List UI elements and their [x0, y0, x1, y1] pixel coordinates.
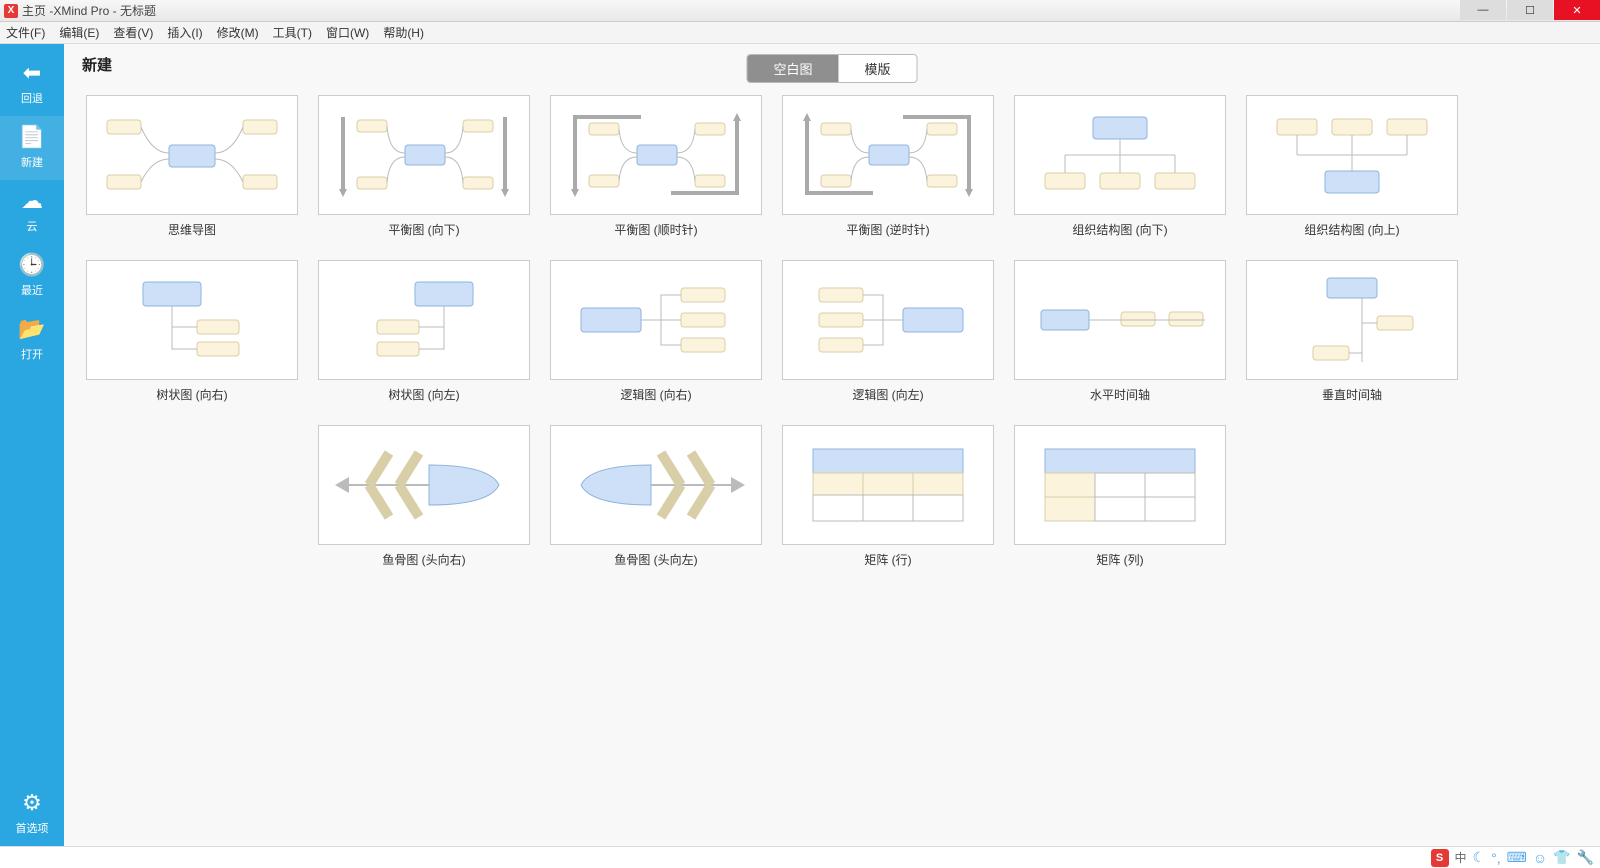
sidebar-item-open[interactable]: 📂 打开 [0, 308, 64, 372]
keyboard-icon[interactable]: ⌨ [1507, 849, 1527, 866]
mindmap-icon [97, 105, 287, 205]
window-minimize-button[interactable]: — [1460, 0, 1506, 20]
template-label: 思维导图 [86, 221, 298, 238]
statusbar: S 中 ☾ °, ⌨ ☺ 👕 🔧 [0, 846, 1600, 868]
template-mindmap[interactable]: 思维导图 [86, 95, 298, 238]
window-titlebar: X 主页 -XMind Pro - 无标题 — ☐ ✕ [0, 0, 1600, 22]
template-label: 平衡图 (向下) [318, 221, 530, 238]
sidebar-item-recent[interactable]: 🕒 最近 [0, 244, 64, 308]
template-logic-left[interactable]: 逻辑图 (向左) [782, 260, 994, 403]
template-org-down[interactable]: 组织结构图 (向下) [1014, 95, 1226, 238]
sidebar-item-new[interactable]: 📄 新建 [0, 116, 64, 180]
template-label: 矩阵 (列) [1014, 551, 1226, 568]
smile-icon[interactable]: ☺ [1533, 850, 1547, 866]
template-balance-ccw[interactable]: 平衡图 (逆时针) [782, 95, 994, 238]
ime-lang[interactable]: 中 [1455, 849, 1467, 866]
menu-edit[interactable]: 编辑(E) [59, 24, 99, 41]
sidebar-label-open: 打开 [21, 349, 43, 361]
template-htimeline[interactable]: 水平时间轴 [1014, 260, 1226, 403]
balance-down-icon [329, 105, 519, 205]
sidebar-label-prefs: 首选项 [16, 823, 49, 835]
sidebar-item-prefs[interactable]: ⚙ 首选项 [0, 782, 64, 846]
template-label: 鱼骨图 (头向左) [550, 551, 762, 568]
tree-left-icon [329, 270, 519, 370]
template-label: 鱼骨图 (头向右) [318, 551, 530, 568]
clock-icon: 🕒 [0, 252, 64, 278]
content-area: 新建 空白图 模版 [64, 44, 1600, 846]
window-maximize-button[interactable]: ☐ [1507, 0, 1553, 20]
vtimeline-icon [1257, 270, 1447, 370]
htimeline-icon [1025, 270, 1215, 370]
gear-icon: ⚙ [0, 790, 64, 816]
balance-cw-icon [561, 105, 751, 205]
tab-blank[interactable]: 空白图 [747, 55, 838, 82]
moon-icon[interactable]: ☾ [1473, 849, 1486, 866]
sidebar-item-cloud[interactable]: ☁ 云 [0, 180, 64, 244]
template-label: 平衡图 (逆时针) [782, 221, 994, 238]
new-file-icon: 📄 [0, 124, 64, 150]
template-logic-right[interactable]: 逻辑图 (向右) [550, 260, 762, 403]
template-label: 逻辑图 (向右) [550, 386, 762, 403]
tab-switch: 空白图 模版 [746, 54, 917, 83]
menu-view[interactable]: 查看(V) [113, 24, 153, 41]
comma-icon[interactable]: °, [1491, 850, 1501, 866]
template-label: 树状图 (向左) [318, 386, 530, 403]
balance-ccw-icon [793, 105, 983, 205]
template-label: 逻辑图 (向左) [782, 386, 994, 403]
sidebar-label-cloud: 云 [27, 221, 38, 233]
menu-tools[interactable]: 工具(T) [273, 24, 312, 41]
tab-template[interactable]: 模版 [839, 55, 917, 82]
window-title: 主页 -XMind Pro - 无标题 [22, 2, 156, 19]
logic-right-icon [561, 270, 751, 370]
page-title: 新建 [82, 54, 112, 75]
matrix-row-icon [793, 435, 983, 535]
sidebar-label-recent: 最近 [21, 285, 43, 297]
org-up-icon [1257, 105, 1447, 205]
folder-icon: 📂 [0, 316, 64, 342]
menu-modify[interactable]: 修改(M) [217, 24, 259, 41]
wrench-icon[interactable]: 🔧 [1577, 849, 1594, 866]
template-fishbone-right[interactable]: 鱼骨图 (头向右) [318, 425, 530, 568]
fishbone-left-icon [561, 435, 751, 535]
template-fishbone-left[interactable]: 鱼骨图 (头向左) [550, 425, 762, 568]
template-label: 组织结构图 (向上) [1246, 221, 1458, 238]
app-logo-icon: X [4, 4, 18, 18]
ime-logo-icon[interactable]: S [1431, 849, 1449, 867]
menu-help[interactable]: 帮助(H) [383, 24, 424, 41]
cloud-icon: ☁ [0, 188, 64, 214]
matrix-col-icon [1025, 435, 1215, 535]
template-balance-cw[interactable]: 平衡图 (顺时针) [550, 95, 762, 238]
back-arrow-icon: ⬅ [0, 60, 64, 86]
template-org-up[interactable]: 组织结构图 (向上) [1246, 95, 1458, 238]
menu-window[interactable]: 窗口(W) [326, 24, 369, 41]
tree-right-icon [97, 270, 287, 370]
sidebar-label-back: 回退 [21, 93, 43, 105]
sidebar-item-back[interactable]: ⬅ 回退 [0, 52, 64, 116]
menu-file[interactable]: 文件(F) [6, 24, 45, 41]
template-balance-down[interactable]: 平衡图 (向下) [318, 95, 530, 238]
template-label: 矩阵 (行) [782, 551, 994, 568]
sidebar-label-new: 新建 [21, 157, 43, 169]
template-label: 树状图 (向右) [86, 386, 298, 403]
template-tree-right[interactable]: 树状图 (向右) [86, 260, 298, 403]
template-vtimeline[interactable]: 垂直时间轴 [1246, 260, 1458, 403]
logic-left-icon [793, 270, 983, 370]
template-label: 垂直时间轴 [1246, 386, 1458, 403]
menubar: 文件(F) 编辑(E) 查看(V) 插入(I) 修改(M) 工具(T) 窗口(W… [0, 22, 1600, 44]
template-label: 水平时间轴 [1014, 386, 1226, 403]
template-matrix-col[interactable]: 矩阵 (列) [1014, 425, 1226, 568]
shirt-icon[interactable]: 👕 [1553, 849, 1570, 866]
sidebar: ⬅ 回退 📄 新建 ☁ 云 🕒 最近 📂 打开 ⚙ 首选项 [0, 44, 64, 846]
template-grid: 思维导图 [64, 77, 1600, 586]
template-label: 组织结构图 (向下) [1014, 221, 1226, 238]
menu-insert[interactable]: 插入(I) [167, 24, 202, 41]
template-matrix-row[interactable]: 矩阵 (行) [782, 425, 994, 568]
fishbone-right-icon [329, 435, 519, 535]
window-close-button[interactable]: ✕ [1554, 0, 1600, 20]
template-tree-left[interactable]: 树状图 (向左) [318, 260, 530, 403]
org-down-icon [1025, 105, 1215, 205]
template-label: 平衡图 (顺时针) [550, 221, 762, 238]
